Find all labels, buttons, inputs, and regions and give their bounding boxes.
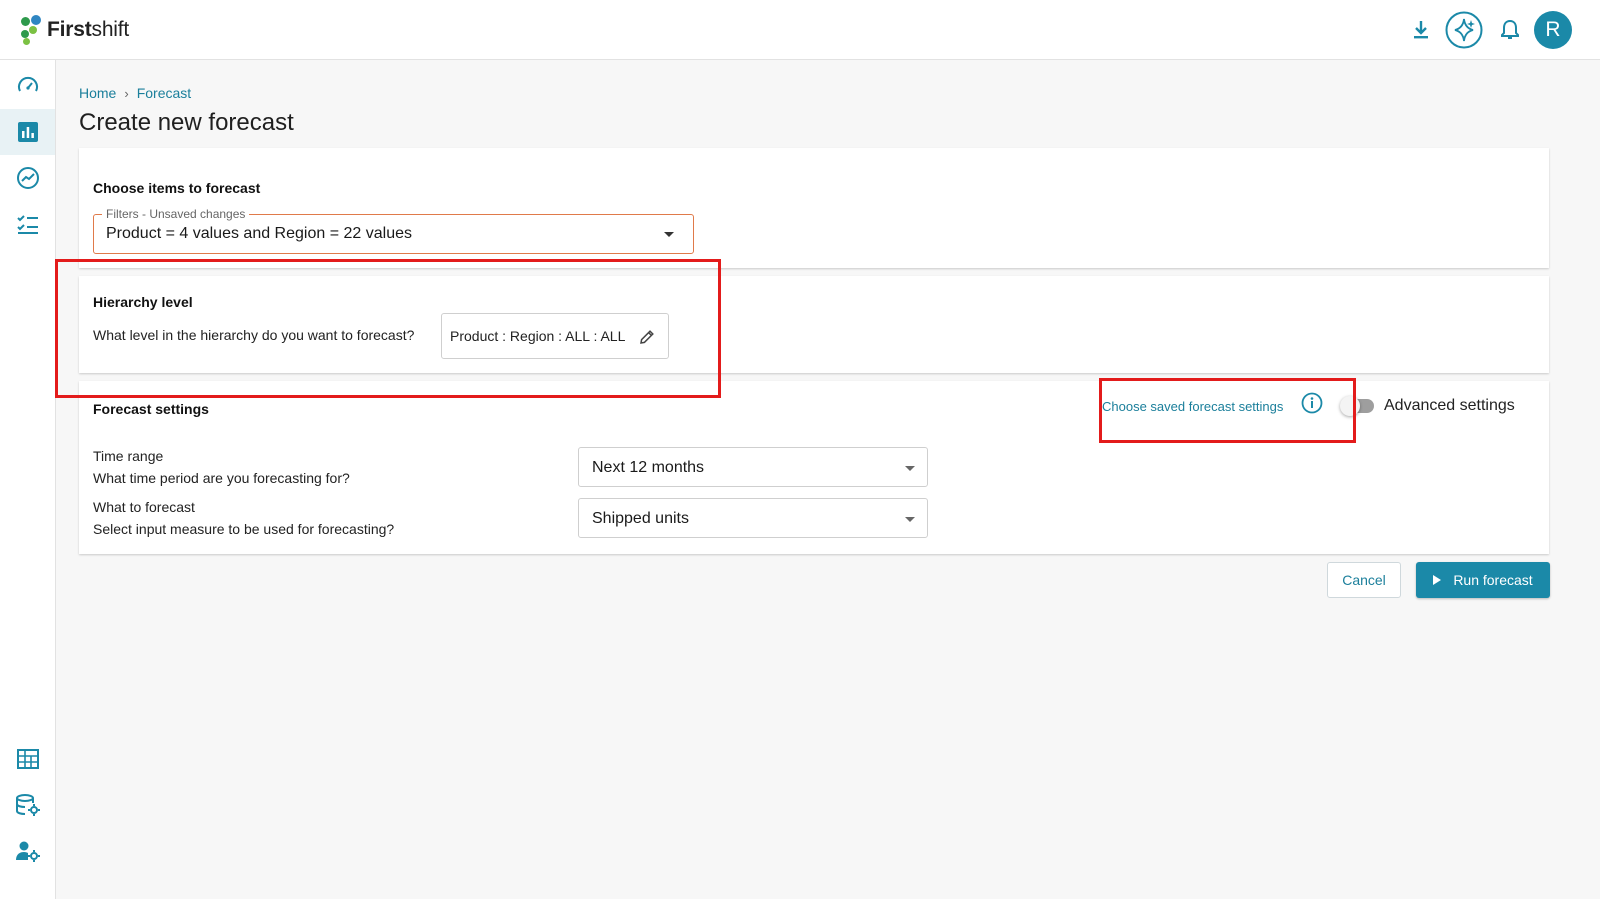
forecast-settings-title: Forecast settings — [93, 401, 209, 417]
building-icon — [16, 749, 39, 769]
user-settings-icon — [15, 841, 40, 862]
saved-settings-link[interactable]: Choose saved forecast settings — [1102, 399, 1283, 414]
time-range-label: Time range — [93, 448, 164, 464]
cancel-button[interactable]: Cancel — [1327, 562, 1401, 598]
bar-chart-icon — [17, 122, 38, 142]
sidebar-item-forecast[interactable] — [0, 109, 55, 155]
trend-icon — [16, 167, 39, 189]
avatar-initial: R — [1545, 18, 1561, 41]
filters-select[interactable]: Filters - Unsaved changes Product = 4 va… — [93, 207, 694, 254]
sidebar-item-organization[interactable] — [0, 736, 55, 782]
page-title: Create new forecast — [79, 109, 294, 136]
run-forecast-label: Run forecast — [1453, 572, 1533, 588]
logo-mark-icon — [21, 15, 43, 45]
sidebar-item-data-settings[interactable] — [0, 782, 55, 828]
top-bar: Firstshift R — [0, 0, 1600, 60]
play-icon — [1433, 575, 1442, 585]
items-card: Choose items to forecast Filters - Unsav… — [79, 148, 1549, 268]
measure-label: What to forecast — [93, 499, 195, 515]
hierarchy-question: What level in the hierarchy do you want … — [93, 327, 415, 343]
checklist-icon — [16, 215, 38, 234]
breadcrumb-forecast[interactable]: Forecast — [137, 85, 191, 101]
chevron-down-icon — [905, 517, 915, 522]
dashboard-gauge-icon — [17, 76, 38, 92]
avatar[interactable]: R — [1534, 11, 1572, 49]
sidebar-item-user-settings[interactable] — [0, 828, 55, 874]
hierarchy-card: Hierarchy level What level in the hierar… — [79, 276, 1549, 373]
breadcrumb-separator: › — [124, 85, 129, 101]
run-forecast-button[interactable]: Run forecast — [1416, 562, 1550, 598]
measure-select[interactable]: Shipped units — [578, 498, 928, 538]
sidebar-item-dashboard[interactable] — [0, 63, 55, 109]
database-settings-icon — [15, 794, 40, 816]
filters-value: Product = 4 values and Region = 22 value… — [106, 225, 412, 242]
advanced-settings-label: Advanced settings — [1384, 397, 1515, 414]
sidebar — [0, 60, 56, 899]
measure-value: Shipped units — [592, 510, 689, 527]
ai-sparkle-icon[interactable] — [1445, 11, 1483, 49]
hierarchy-level-value: Product : Region : ALL : ALL — [450, 328, 626, 344]
advanced-settings-toggle[interactable] — [1340, 395, 1374, 417]
sidebar-item-tasks[interactable] — [0, 201, 55, 247]
logo-text: Firstshift — [47, 18, 130, 41]
pencil-icon[interactable] — [638, 328, 656, 346]
forecast-settings-card: Forecast settings Choose saved forecast … — [79, 381, 1549, 554]
info-icon[interactable] — [1301, 392, 1323, 414]
bell-icon[interactable] — [1497, 16, 1523, 44]
chevron-down-icon — [664, 232, 674, 237]
toggle-thumb — [1340, 396, 1360, 416]
measure-question: Select input measure to be used for fore… — [93, 521, 395, 537]
breadcrumb-home[interactable]: Home — [79, 85, 116, 101]
chevron-down-icon — [905, 466, 915, 471]
time-range-question: What time period are you forecasting for… — [93, 470, 350, 486]
download-icon[interactable] — [1407, 16, 1435, 44]
sidebar-item-trends[interactable] — [0, 155, 55, 201]
time-range-select[interactable]: Next 12 months — [578, 447, 928, 487]
items-card-title: Choose items to forecast — [93, 180, 261, 196]
hierarchy-card-title: Hierarchy level — [93, 294, 193, 310]
firstshift-logo[interactable]: Firstshift — [21, 15, 129, 45]
time-range-value: Next 12 months — [592, 459, 705, 476]
breadcrumb: Home › Forecast — [79, 85, 191, 101]
filters-legend: Filters - Unsaved changes — [102, 207, 250, 221]
hierarchy-level-field[interactable]: Product : Region : ALL : ALL — [441, 313, 669, 359]
